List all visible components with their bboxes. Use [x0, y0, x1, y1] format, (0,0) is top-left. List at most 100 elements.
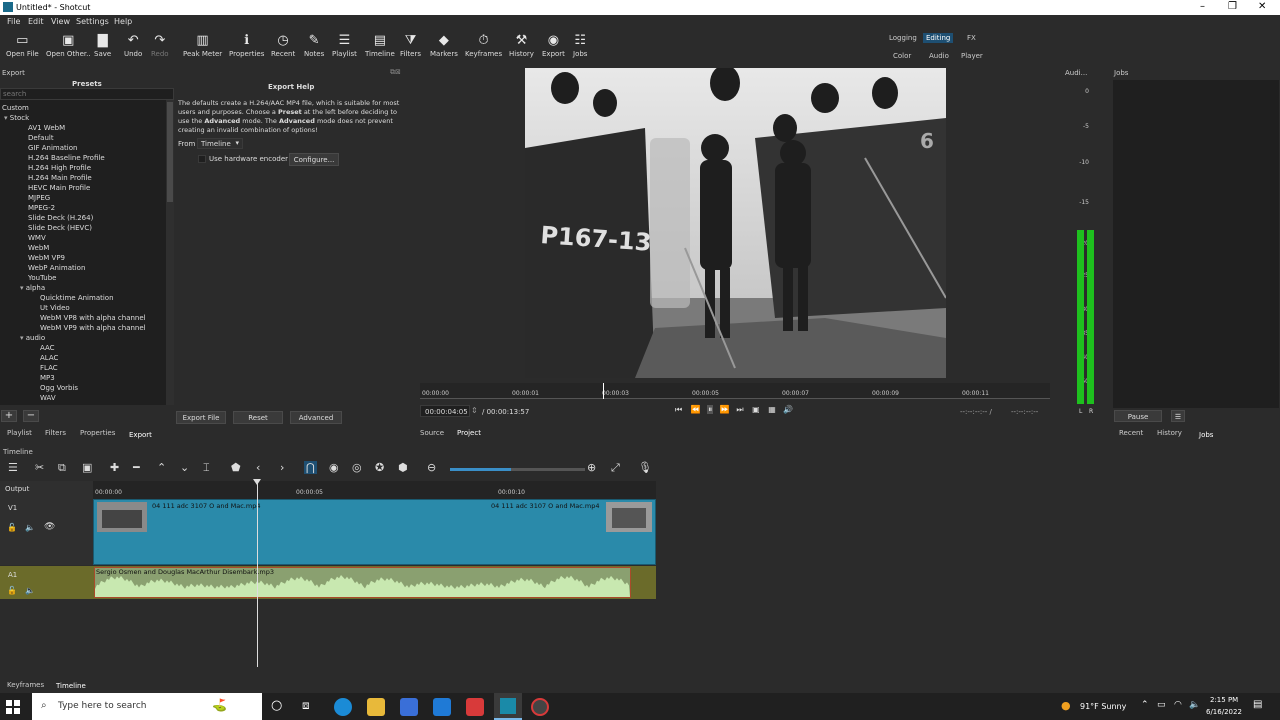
pause-jobs-button[interactable]: Pause [1114, 410, 1162, 422]
tab-keyframes[interactable]: Keyframes [7, 681, 44, 689]
zoom-slider[interactable] [450, 468, 585, 471]
history-button[interactable]: ⚒ History [509, 32, 534, 58]
toggle-zoom-icon[interactable]: ▣ [752, 405, 760, 414]
preset-item[interactable]: WebM VP8 with alpha channel [40, 314, 146, 322]
copy-icon[interactable]: ⧉ [58, 461, 66, 475]
shotcut-taskbar-item[interactable] [494, 693, 522, 720]
preset-item[interactable]: WebM VP9 with alpha channel [40, 324, 146, 332]
open-other-button[interactable]: ▣ Open Other.. [46, 32, 91, 58]
preset-item[interactable]: WAV [40, 394, 56, 402]
tab-project[interactable]: Project [457, 429, 481, 437]
jobs-button[interactable]: ☷ Jobs [573, 32, 587, 58]
append-icon[interactable]: ✚ [110, 461, 119, 474]
menu-settings[interactable]: Settings [76, 17, 109, 26]
export-file-button[interactable]: Export File [176, 411, 226, 424]
skip-next-icon[interactable]: ⏭ [736, 405, 743, 414]
remove-preset-button[interactable]: − [23, 410, 39, 422]
preset-tree[interactable]: Custom ▾ Stock AV1 WebM Default GIF Animatio… [0, 100, 166, 405]
keyframes-button[interactable]: ⏱ Keyframes [465, 32, 502, 58]
preset-item[interactable]: ALAC [40, 354, 58, 362]
wifi-icon[interactable]: ◠ [1174, 700, 1182, 710]
tab-filters[interactable]: Filters [45, 429, 66, 437]
tab-jobs[interactable]: Jobs [1196, 430, 1217, 440]
taskbar-search-input[interactable]: ⌕ Type here to search ⛳ [32, 693, 262, 720]
zoom-out-icon[interactable]: ⊖ [427, 461, 436, 474]
from-select[interactable]: Timeline ▾ [197, 138, 243, 149]
player-ruler[interactable]: 00:00:00 00:00:01 00:00:03 00:00:05 00:0… [420, 383, 1050, 399]
edge-icon[interactable] [334, 698, 352, 716]
rewind-icon[interactable]: ⏪ [691, 405, 701, 414]
lift-icon[interactable]: ⌃ [157, 461, 166, 474]
preset-item[interactable]: H.264 Baseline Profile [28, 154, 105, 162]
timeline-playhead[interactable] [253, 479, 261, 667]
preset-item[interactable]: Ogg Vorbis [40, 384, 78, 392]
preset-item[interactable]: H.264 High Profile [28, 164, 91, 172]
tab-recent[interactable]: Recent [1119, 429, 1143, 437]
ripple-delete-icon[interactable]: ━ [133, 461, 140, 474]
speaker-icon[interactable]: 🔈 [1189, 700, 1200, 710]
hw-encoder-checkbox[interactable] [198, 155, 206, 163]
preset-item[interactable]: MPEG-2 [28, 204, 55, 212]
track-header-a1[interactable]: A1 🔓 🔈 [0, 566, 93, 599]
cut-icon[interactable]: ✂ [35, 461, 44, 474]
lock-icon[interactable]: 🔓 [7, 523, 17, 532]
advanced-button[interactable]: Advanced [290, 411, 342, 424]
timeline-button[interactable]: ▤ Timeline [365, 32, 395, 58]
tab-properties[interactable]: Properties [80, 429, 115, 437]
markers-button[interactable]: ◆ Markers [430, 32, 458, 58]
scrub-icon[interactable]: ◉ [329, 461, 339, 474]
maximize-button[interactable]: ❐ [1228, 1, 1237, 12]
cortana-icon[interactable]: ○ [271, 698, 282, 713]
preset-item[interactable]: Slide Deck (H.264) [28, 214, 93, 222]
next-marker-icon[interactable]: › [280, 461, 284, 474]
preset-scrollbar[interactable] [166, 100, 174, 405]
preset-search-input[interactable]: search [0, 88, 174, 100]
minimize-button[interactable]: – [1200, 1, 1205, 12]
grid-icon[interactable]: ▦ [768, 405, 776, 414]
filters-button[interactable]: ⧩ Filters [400, 32, 421, 58]
menu-help[interactable]: Help [114, 17, 132, 26]
tray-chevron-icon[interactable]: ⌃ [1141, 700, 1149, 710]
timeline-ruler[interactable]: 00:00:00 00:00:05 00:00:10 [93, 481, 656, 499]
skip-previous-icon[interactable]: ⏮ [675, 405, 682, 414]
peak-meter-button[interactable]: ▥ Peak Meter [183, 32, 222, 58]
reset-button[interactable]: Reset [233, 411, 283, 424]
preset-item[interactable]: MP3 [40, 374, 55, 382]
preset-item[interactable]: AAC [40, 344, 55, 352]
save-button[interactable]: ▇ Save [94, 32, 111, 58]
preset-item[interactable]: GIF Animation [28, 144, 77, 152]
track-header-v1[interactable]: V1 🔓 🔈 👁 [0, 499, 93, 565]
open-file-button[interactable]: ▭ Open File [6, 32, 39, 58]
properties-button[interactable]: ℹ Properties [229, 32, 264, 58]
close-button[interactable]: ✕ [1258, 1, 1266, 12]
panel-float-icon[interactable]: ⧉⊠ [390, 68, 401, 77]
jobs-list[interactable] [1113, 80, 1279, 408]
menu-file[interactable]: File [7, 17, 20, 26]
ripple-all-icon[interactable]: ✪ [375, 461, 384, 474]
tab-export[interactable]: Export [126, 430, 155, 440]
tab-playlist[interactable]: Playlist [7, 429, 32, 437]
preset-item[interactable]: WMA [40, 404, 58, 405]
workspace-color[interactable]: Color [890, 51, 914, 61]
preset-item[interactable]: MJPEG [28, 194, 50, 202]
paste-icon[interactable]: ▣ [82, 461, 92, 474]
workspace-audio[interactable]: Audio [926, 51, 952, 61]
record-audio-icon[interactable]: 🎙 [638, 461, 652, 474]
network-icon[interactable]: ▭ [1157, 700, 1166, 710]
marker-icon[interactable]: ⬟ [231, 461, 241, 474]
previous-marker-icon[interactable]: ‹ [256, 461, 260, 474]
split-icon[interactable]: ⌶ [203, 461, 210, 475]
preset-item[interactable]: AV1 WebM [28, 124, 65, 132]
workspace-editing[interactable]: Editing [923, 33, 954, 43]
fast-forward-icon[interactable]: ⏩ [720, 405, 730, 414]
mute-icon[interactable]: 🔈 [25, 523, 35, 532]
app-icon[interactable] [466, 698, 484, 716]
current-time-field[interactable]: 00:00:04:05 [420, 405, 470, 417]
redo-button[interactable]: ↷ Redo [151, 32, 169, 58]
preset-item[interactable]: H.264 Main Profile [28, 174, 92, 182]
workspace-logging[interactable]: Logging [886, 33, 920, 43]
timeline-menu-icon[interactable]: ☰ [8, 461, 18, 474]
preset-item[interactable]: WebM VP9 [28, 254, 65, 262]
preset-item[interactable]: ▾ Stock [4, 114, 29, 122]
zoom-in-icon[interactable]: ⊕ [587, 461, 596, 474]
